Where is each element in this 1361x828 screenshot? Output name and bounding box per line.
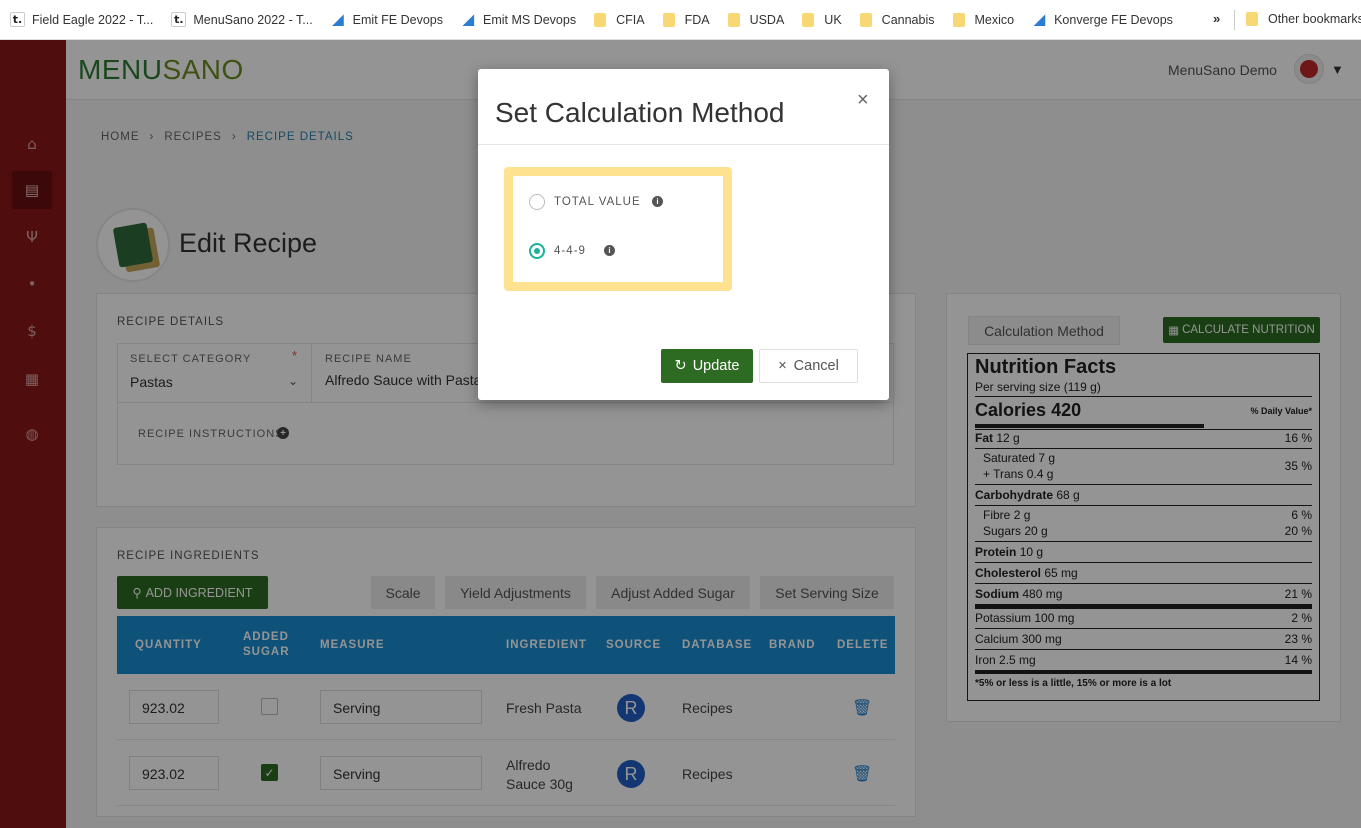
set-calculation-method-modal: Set Calculation Method × TOTAL VALUE i 4…	[478, 69, 889, 400]
four-four-nine-radio[interactable]	[529, 243, 545, 259]
four-four-nine-label[interactable]: 4-4-9	[554, 245, 586, 257]
bookmarks-separator	[1234, 10, 1235, 30]
more-bookmarks-chevron-icon[interactable]: »	[1213, 11, 1220, 26]
total-value-radio[interactable]	[529, 194, 545, 210]
update-button[interactable]: ↻ Update	[661, 349, 753, 383]
folder-icon	[594, 12, 607, 27]
folder-icon	[802, 12, 815, 27]
refresh-icon: ↻	[674, 358, 687, 374]
bookmark-usda[interactable]: USDA	[727, 12, 784, 27]
azure-devops-icon: ◢	[463, 11, 474, 27]
annotation-highlight	[504, 167, 732, 291]
total-value-label[interactable]: TOTAL VALUE	[554, 196, 641, 208]
folder-icon	[952, 12, 965, 27]
modal-divider	[478, 144, 889, 145]
azure-devops-icon: ◢	[332, 11, 344, 27]
bookmark-emit-ms-devops[interactable]: ◢ Emit MS Devops	[461, 11, 576, 27]
bookmark-menusano[interactable]: t. MenuSano 2022 - T...	[171, 12, 313, 27]
bookmark-field-eagle[interactable]: t. Field Eagle 2022 - T...	[10, 12, 153, 27]
info-icon[interactable]: i	[604, 245, 615, 256]
modal-title: Set Calculation Method	[495, 97, 785, 128]
folder-icon	[1246, 12, 1258, 26]
bookmark-uk[interactable]: UK	[802, 12, 842, 27]
t-logo-icon: t.	[171, 12, 187, 27]
bookmarks-bar: t. Field Eagle 2022 - T... t. MenuSano 202…	[0, 0, 1361, 40]
t-logo-icon: t.	[10, 12, 25, 27]
bookmark-cannabis[interactable]: Cannabis	[859, 12, 935, 27]
bookmark-mexico[interactable]: Mexico	[952, 12, 1014, 27]
bookmark-emit-fe-devops[interactable]: ◢ Emit FE Devops	[331, 11, 443, 27]
azure-devops-icon: ◢	[1034, 11, 1045, 27]
bookmark-cfia[interactable]: CFIA	[594, 12, 645, 27]
folder-icon	[727, 12, 740, 27]
close-icon[interactable]: ×	[857, 89, 869, 112]
info-icon[interactable]: i	[652, 196, 663, 207]
cancel-button[interactable]: × Cancel	[759, 349, 858, 383]
folder-icon	[662, 12, 675, 27]
bookmark-konverge-fe-devops[interactable]: ◢ Konverge FE Devops	[1032, 11, 1173, 27]
bookmark-fda[interactable]: FDA	[662, 12, 710, 27]
folder-icon	[859, 12, 872, 27]
other-bookmarks[interactable]: Other bookmarks	[1246, 12, 1361, 26]
close-icon: ×	[778, 358, 787, 374]
